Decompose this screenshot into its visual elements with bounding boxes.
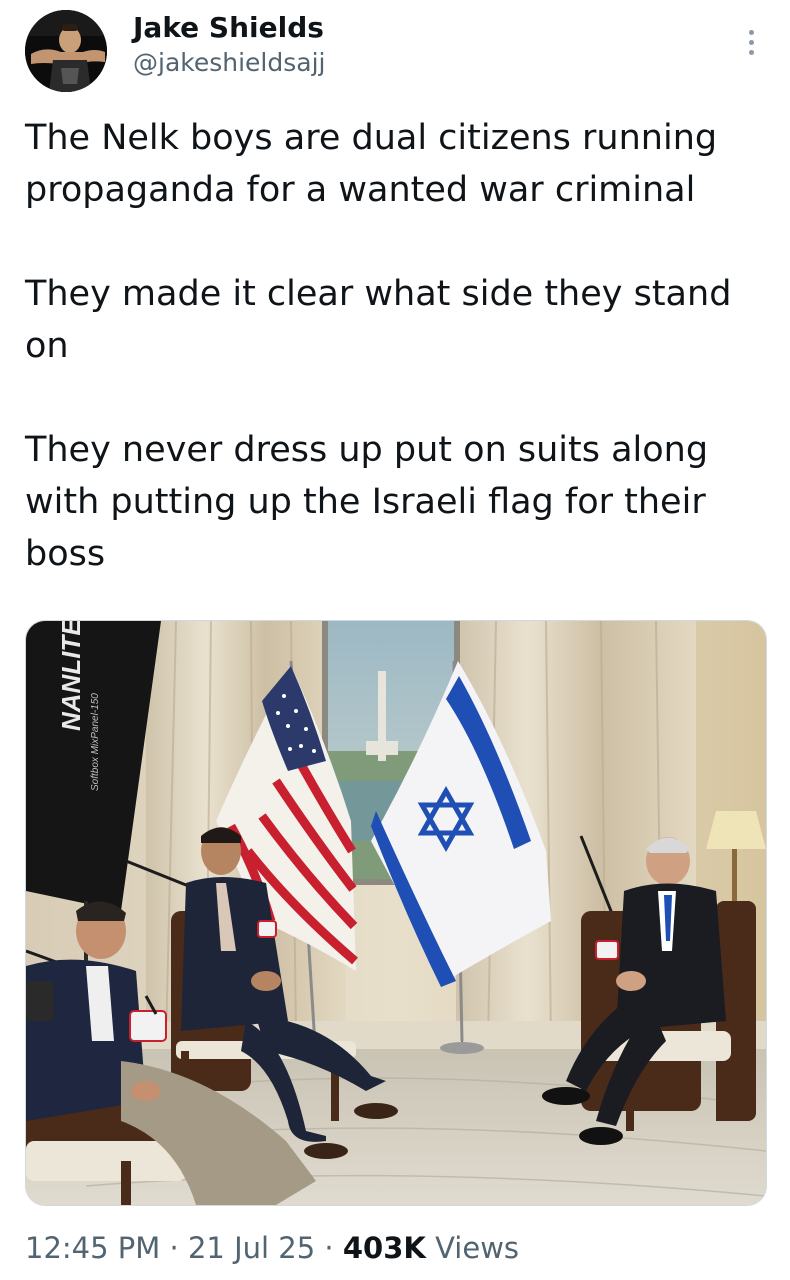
tweet-text: The Nelk boys are dual citizens running …: [25, 112, 770, 632]
softbox-brand: NANLITE: [56, 621, 86, 731]
views-count: 403K: [342, 1231, 426, 1265]
meta-separator: ·: [324, 1231, 334, 1265]
more-vertical-icon[interactable]: [747, 30, 755, 60]
tweet-meta: 12:45 PM · 21 Jul 25 · 403K Views: [25, 1228, 519, 1268]
avatar-image: [25, 10, 107, 92]
interview-scene: NANLITE Softbox MixPanel-150: [26, 621, 766, 1205]
avatar[interactable]: [25, 10, 107, 92]
views-label: Views: [435, 1231, 520, 1265]
tweet-paragraph: The Nelk boys are dual citizens running …: [25, 118, 718, 210]
tweet-time[interactable]: 12:45 PM: [25, 1231, 160, 1265]
author-names: Jake Shields @jakeshieldsajj: [133, 10, 325, 80]
tweet-header: Jake Shields @jakeshieldsajj: [25, 8, 765, 92]
tweet-paragraph: They never dress up put on suits along w…: [25, 430, 709, 574]
display-name[interactable]: Jake Shields: [133, 10, 325, 46]
softbox-model: Softbox MixPanel-150: [90, 693, 101, 791]
tweet-paragraph: They made it clear what side they stand …: [25, 274, 732, 366]
meta-separator: ·: [169, 1231, 179, 1265]
tweet-photo[interactable]: NANLITE Softbox MixPanel-150: [25, 620, 767, 1206]
tweet-date[interactable]: 21 Jul 25: [188, 1231, 315, 1265]
user-handle[interactable]: @jakeshieldsajj: [133, 46, 325, 80]
